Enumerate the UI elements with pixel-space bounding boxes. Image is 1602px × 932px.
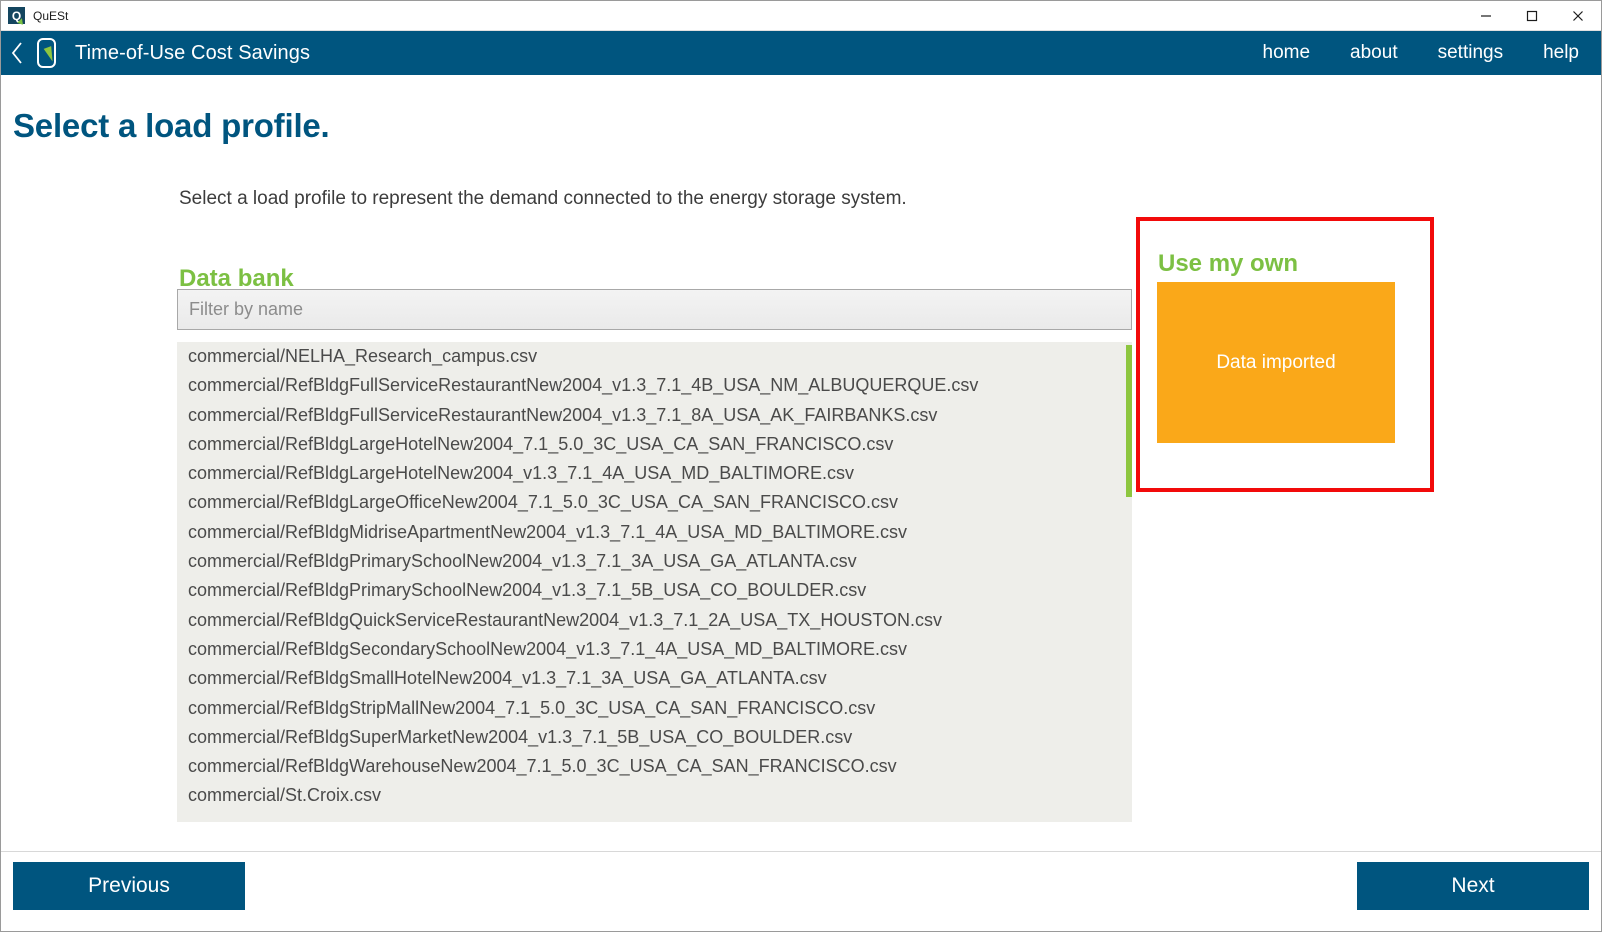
load-profile-list[interactable]: commercial/NELHA_Research_campus.csv comm… bbox=[177, 342, 1132, 822]
list-item[interactable]: commercial/RefBldgSmallHotelNew2004_v1.3… bbox=[177, 664, 1132, 693]
minimize-icon bbox=[1481, 14, 1491, 17]
list-item[interactable]: commercial/RefBldgWarehouseNew2004_7.1_5… bbox=[177, 752, 1132, 781]
window-controls bbox=[1463, 1, 1601, 31]
nav-item-home[interactable]: home bbox=[1243, 42, 1331, 64]
close-icon bbox=[1573, 10, 1583, 21]
page-subtitle: Select a load profile to represent the d… bbox=[179, 188, 907, 209]
maximize-button[interactable] bbox=[1509, 1, 1555, 31]
use-my-own-panel: Use my own Data imported bbox=[1136, 217, 1434, 492]
list-scrollbar-thumb[interactable] bbox=[1126, 345, 1132, 497]
app-navigation: home about settings help bbox=[1243, 42, 1579, 64]
list-item[interactable]: commercial/RefBldgMidriseApartmentNew200… bbox=[177, 518, 1132, 547]
previous-button[interactable]: Previous bbox=[13, 862, 245, 910]
list-item[interactable]: commercial/RefBldgLargeOfficeNew2004_7.1… bbox=[177, 488, 1132, 517]
back-chevron-icon bbox=[11, 42, 22, 64]
list-item[interactable]: commercial/RefBldgQuickServiceRestaurant… bbox=[177, 606, 1132, 635]
list-item[interactable]: commercial/RefBldgPrimarySchoolNew2004_v… bbox=[177, 547, 1132, 576]
quest-logo-icon bbox=[31, 33, 61, 73]
list-item[interactable]: commercial/RefBldgStripMallNew2004_7.1_5… bbox=[177, 694, 1132, 723]
list-item[interactable]: commercial/RefBldgFullServiceRestaurantN… bbox=[177, 401, 1132, 430]
filter-input[interactable] bbox=[177, 289, 1132, 330]
list-item[interactable]: commercial/RefBldgLargeHotelNew2004_7.1_… bbox=[177, 430, 1132, 459]
list-item[interactable]: commercial/RefBldgSuperMarketNew2004_v1.… bbox=[177, 723, 1132, 752]
nav-item-about[interactable]: about bbox=[1330, 42, 1418, 64]
nav-item-help[interactable]: help bbox=[1523, 42, 1579, 64]
next-button[interactable]: Next bbox=[1357, 862, 1589, 910]
list-item[interactable]: commercial/RefBldgFullServiceRestaurantN… bbox=[177, 371, 1132, 400]
use-my-own-heading: Use my own bbox=[1158, 250, 1299, 277]
list-item[interactable]: commercial/RefBldgPrimarySchoolNew2004_v… bbox=[177, 576, 1132, 605]
quest-app-icon: Q bbox=[8, 7, 25, 25]
lightning-bolt-icon bbox=[17, 17, 25, 25]
minimize-button[interactable] bbox=[1463, 1, 1509, 31]
list-item[interactable]: commercial/St.Croix.csv bbox=[177, 781, 1132, 810]
data-imported-button[interactable]: Data imported bbox=[1157, 282, 1395, 443]
back-button[interactable] bbox=[7, 31, 29, 75]
window-titlebar: Q QuESt bbox=[1, 1, 1601, 31]
app-header-bar: Time-of-Use Cost Savings home about sett… bbox=[1, 31, 1601, 75]
close-button[interactable] bbox=[1555, 1, 1601, 31]
app-window: Q QuESt Time-of-Use Cost Savings home ab… bbox=[0, 0, 1602, 932]
page-body: Select a load profile. Select a load pro… bbox=[1, 75, 1601, 851]
app-section-title: Time-of-Use Cost Savings bbox=[75, 41, 311, 64]
maximize-icon bbox=[1526, 10, 1538, 21]
window-title: QuESt bbox=[33, 8, 69, 23]
list-item[interactable]: commercial/NELHA_Research_campus.csv bbox=[177, 342, 1132, 371]
list-item[interactable]: commercial/RefBldgLargeHotelNew2004_v1.3… bbox=[177, 459, 1132, 488]
nav-item-settings[interactable]: settings bbox=[1418, 42, 1523, 64]
list-item[interactable]: commercial/RefBldgSecondarySchoolNew2004… bbox=[177, 635, 1132, 664]
titlebar-left-group: Q QuESt bbox=[1, 7, 69, 25]
list-scrollbar[interactable] bbox=[1126, 345, 1132, 820]
page-title: Select a load profile. bbox=[13, 107, 330, 144]
page-footer: Previous Next bbox=[1, 851, 1601, 931]
